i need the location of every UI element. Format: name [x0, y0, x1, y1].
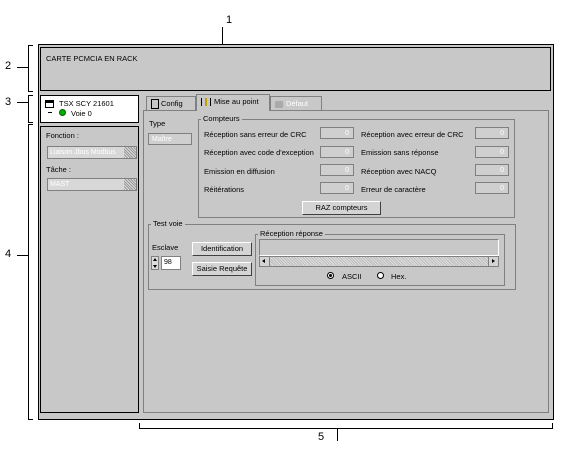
counter-value: 0 [475, 127, 509, 139]
arrow-left-icon [262, 259, 265, 263]
arrow-up-icon[interactable] [153, 258, 157, 261]
callout-4-tick-top [28, 124, 33, 125]
counter-label: Emission en diffusion [204, 167, 275, 176]
scroll-right-icon[interactable] [488, 257, 498, 266]
esclave-label: Esclave [152, 243, 179, 252]
fonction-value: Liaison Jbus Modbus [50, 149, 116, 156]
callout-3-tick-top [28, 95, 33, 96]
counter-value: 0 [320, 146, 354, 158]
raz-compteurs-button[interactable]: RAZ compteurs [302, 201, 381, 215]
ascii-radio[interactable] [327, 272, 334, 279]
callout-4-bracket [28, 124, 29, 420]
esclave-input[interactable]: 98 [161, 256, 181, 270]
callout-4-lead [17, 255, 28, 256]
header-panel: CARTE PCMCIA EN RACK [40, 47, 551, 91]
counter-value: 0 [320, 164, 354, 176]
callout-1: 1 [226, 14, 233, 26]
ascii-label: ASCII [342, 272, 362, 281]
counter-label: Réception avec erreur de CRC [361, 130, 464, 139]
tab-config-label: Config [161, 99, 183, 108]
callout-3-bracket [28, 95, 29, 123]
tache-label: Tâche : [46, 165, 72, 174]
tab-mise-au-point[interactable]: Mise au point [196, 94, 270, 111]
reception-title: Réception réponse [258, 229, 325, 238]
response-scrollbar[interactable] [259, 256, 499, 267]
counter-value: 0 [475, 182, 509, 194]
tab-mise-au-point-label: Mise au point [214, 97, 259, 106]
callout-3-lead [17, 102, 28, 103]
header-title: CARTE PCMCIA EN RACK [46, 54, 138, 63]
callout-5: 5 [318, 431, 325, 443]
left-panel: Fonction : Liaison Jbus Modbus Tâche : M… [40, 126, 139, 413]
arrow-down-icon[interactable] [153, 265, 157, 268]
module-icon [45, 100, 54, 108]
esclave-stepper[interactable] [151, 256, 159, 270]
callout-2-lead [17, 67, 28, 68]
saisie-requete-button[interactable]: Saisie Requête [192, 262, 252, 276]
compteurs-title: Compteurs [201, 114, 242, 123]
tab-defaut-label: Défaut [286, 99, 309, 108]
debug-icon [201, 98, 211, 107]
tache-value: MAST [50, 181, 70, 188]
counter-label: Emission sans réponse [361, 148, 439, 157]
scroll-left-icon[interactable] [260, 257, 270, 266]
module-panel[interactable]: TSX SCY 21601 Voie 0 [40, 95, 139, 123]
callout-2-tick-top [28, 45, 33, 46]
counter-value: 0 [320, 182, 354, 194]
counter-value: 0 [475, 146, 509, 158]
identification-button[interactable]: Identification [192, 242, 252, 256]
dropdown-icon[interactable] [124, 179, 136, 190]
module-name: TSX SCY 21601 [59, 99, 114, 108]
callout-3: 3 [5, 96, 12, 108]
counter-value: 0 [320, 127, 354, 139]
counter-value: 0 [475, 164, 509, 176]
fonction-select[interactable]: Liaison Jbus Modbus [47, 146, 137, 159]
callout-5-bracket [139, 428, 553, 429]
type-label: Type [149, 119, 166, 128]
callout-5-tick-right [552, 423, 553, 428]
test-voie-title: Test voie [151, 219, 185, 228]
tab-config[interactable]: Config [146, 96, 196, 111]
channel-status-icon [59, 109, 66, 116]
callout-2: 2 [5, 60, 12, 72]
callout-5-lead [337, 428, 338, 441]
tab-defaut[interactable]: Défaut [270, 96, 322, 111]
radio-dot-icon [329, 274, 332, 277]
hex-radio[interactable] [377, 272, 384, 279]
callout-5-tick-left [139, 423, 140, 428]
callout-2-tick-bottom [28, 91, 33, 92]
callout-4-tick-bottom [28, 419, 33, 420]
counter-label: Réception avec NACQ [361, 167, 437, 176]
callout-2-bracket [28, 45, 29, 92]
channel-name[interactable]: Voie 0 [71, 109, 92, 118]
response-display [259, 239, 499, 256]
counter-label: Réception sans erreur de CRC [204, 130, 307, 139]
config-icon [151, 99, 159, 110]
counter-label: Erreur de caractère [361, 185, 426, 194]
fonction-label: Fonction : [46, 131, 79, 140]
counter-label: Réception avec code d'exception [204, 148, 314, 157]
callout-4: 4 [5, 248, 12, 260]
type-field: Maître [148, 133, 192, 145]
hex-label: Hex. [391, 272, 407, 281]
dropdown-icon[interactable] [124, 147, 136, 158]
fault-icon [275, 100, 283, 108]
arrow-right-icon [492, 259, 495, 263]
tache-select[interactable]: MAST [47, 178, 137, 191]
callout-3-tick-bottom [28, 122, 33, 123]
collapse-icon[interactable] [48, 112, 52, 113]
counter-label: Réitérations [204, 185, 245, 194]
